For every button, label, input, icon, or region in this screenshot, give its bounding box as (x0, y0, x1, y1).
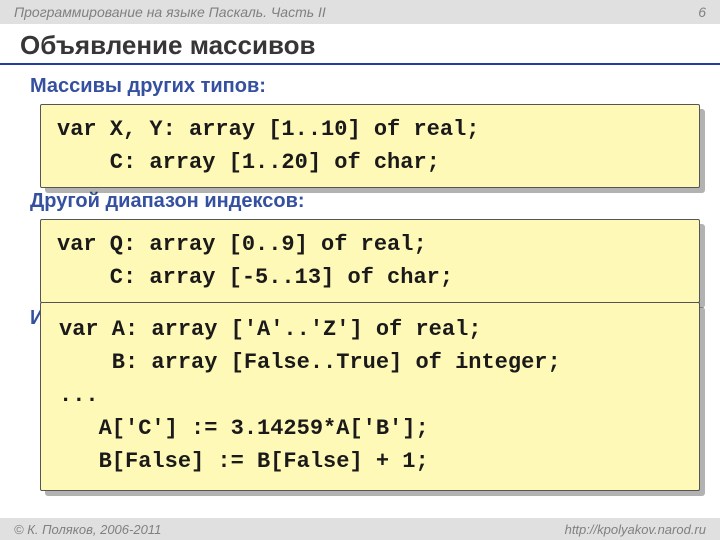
section-label-2: Другой диапазон индексов: (30, 190, 700, 213)
code-block-2: var Q: array [0..9] of real; C: array [-… (40, 219, 700, 303)
code-block-2-wrap: var Q: array [0..9] of real; C: array [-… (40, 219, 700, 303)
code-block-1-wrap: var X, Y: array [1..10] of real; C: arra… (40, 104, 700, 188)
code-block-1: var X, Y: array [1..10] of real; C: arra… (40, 104, 700, 188)
page-number: 6 (698, 4, 706, 20)
footer-bar: © К. Поляков, 2006-2011 http://kpolyakov… (0, 518, 720, 540)
course-title: Программирование на языке Паскаль. Часть… (14, 4, 326, 20)
copyright: © К. Поляков, 2006-2011 (14, 522, 161, 537)
code-block-3-wrap: var A: array ['A'..'Z'] of real; B: arra… (40, 302, 700, 491)
slide-title: Объявление массивов (0, 24, 720, 65)
code-block-3: var A: array ['A'..'Z'] of real; B: arra… (40, 302, 700, 491)
header-bar: Программирование на языке Паскаль. Часть… (0, 0, 720, 24)
footer-url: http://kpolyakov.narod.ru (565, 522, 706, 537)
section-label-1: Массивы других типов: (30, 75, 700, 98)
slide-content: Массивы других типов: var X, Y: array [1… (0, 65, 720, 491)
